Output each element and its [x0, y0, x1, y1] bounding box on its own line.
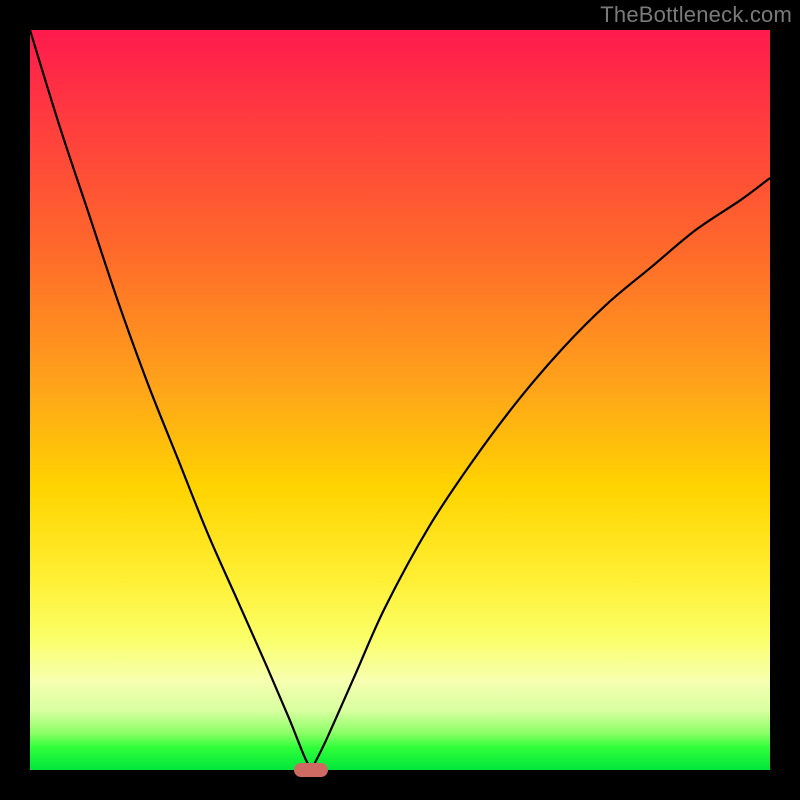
minimum-marker — [294, 763, 328, 777]
plot-area — [30, 30, 770, 770]
curve-svg — [30, 30, 770, 770]
watermark-text: TheBottleneck.com — [600, 2, 792, 28]
chart-frame: TheBottleneck.com — [0, 0, 800, 800]
left-branch-path — [30, 30, 311, 770]
right-branch-path — [311, 178, 770, 770]
